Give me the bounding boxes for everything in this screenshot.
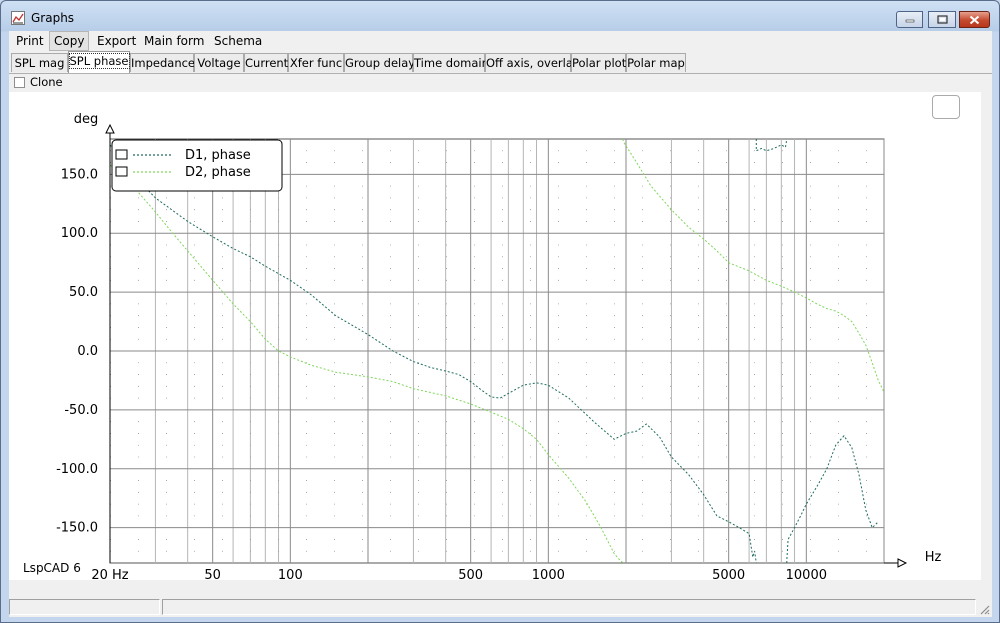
legend-label: D1, phase — [185, 148, 251, 163]
x-tick-label: 20 Hz — [91, 568, 128, 580]
tab-label: Polar plot — [572, 56, 627, 70]
tab-strip: SPL mag SPL phase Impedance Voltage Curr… — [9, 51, 992, 74]
menu-export[interactable]: Export — [93, 32, 140, 50]
tab-impedance[interactable]: Impedance — [130, 53, 196, 72]
minimize-icon — [905, 19, 914, 22]
chart-legend[interactable]: D1, phase D2, phase — [111, 139, 283, 192]
tab-label: Xfer func — [289, 56, 343, 70]
tab-time-domain[interactable]: Time domain — [413, 53, 489, 72]
graphs-window: Graphs Print Copy Export Main form Schem… — [0, 0, 1000, 623]
x-tick-label: 100 — [278, 568, 303, 580]
tab-label: Voltage — [197, 56, 241, 70]
y-tick-label: 100.0 — [61, 226, 98, 241]
x-tick-label: 10000 — [786, 568, 827, 580]
tab-label: SPL phase — [68, 53, 130, 69]
tab-polar-map[interactable]: Polar map — [626, 53, 686, 72]
close-icon — [969, 15, 980, 24]
tab-current[interactable]: Current — [244, 53, 288, 72]
y-axis-arrow-icon — [105, 123, 115, 134]
y-tick-label: 150.0 — [61, 167, 98, 182]
tab-label: Time domain — [414, 56, 489, 70]
tab-spl-mag[interactable]: SPL mag — [11, 53, 68, 72]
y-tick-label: -50.0 — [64, 403, 98, 418]
x-tick-label: 50 — [204, 568, 221, 580]
x-axis-label: Hz — [925, 550, 942, 565]
menu-bar: Print Copy Export Main form Schema — [9, 31, 992, 51]
maximize-icon — [936, 15, 948, 24]
title-bar[interactable]: Graphs — [1, 1, 999, 31]
x-tick-label: 500 — [458, 568, 483, 580]
menu-print[interactable]: Print — [12, 32, 48, 50]
tab-voltage[interactable]: Voltage — [194, 53, 244, 72]
y-tick-label: -150.0 — [56, 521, 98, 536]
status-pane-main — [162, 599, 976, 615]
minimize-button[interactable] — [896, 11, 923, 28]
plot-panel[interactable]: 150.0 100.0 50.0 0.0 -50.0 -100.0 -150.0 20 Hz 5… — [9, 92, 981, 583]
tab-group-delay[interactable]: Group delay — [344, 53, 416, 72]
tab-off-axis-overlay[interactable]: Off axis, overlay — [485, 53, 580, 72]
tab-label: Current — [245, 56, 289, 70]
chart-grid — [109, 138, 885, 564]
maximize-button[interactable] — [928, 11, 956, 28]
tab-xfer-func[interactable]: Xfer func — [288, 53, 344, 72]
tab-polar-plot[interactable]: Polar plot — [571, 53, 626, 72]
app-icon — [11, 11, 25, 25]
y-tick-label: 50.0 — [69, 285, 98, 300]
clone-row: Clone — [9, 74, 992, 92]
y-tick-label: -100.0 — [56, 462, 98, 477]
legend-label: D2, phase — [185, 165, 251, 180]
legend-toggle-icon — [115, 166, 128, 177]
client-area: Print Copy Export Main form Schema SPL m… — [9, 31, 992, 617]
x-axis-arrow-icon — [897, 558, 908, 568]
legend-toggle-icon — [115, 149, 128, 160]
phase-chart: 150.0 100.0 50.0 0.0 -50.0 -100.0 -150.0 20 Hz 5… — [23, 112, 942, 583]
window-title: Graphs — [31, 11, 75, 25]
status-bar — [9, 597, 992, 617]
tab-spl-phase[interactable]: SPL phase — [68, 51, 130, 73]
menu-schema[interactable]: Schema — [210, 32, 266, 50]
resize-grip-icon[interactable] — [978, 603, 990, 615]
tab-label: Impedance — [131, 56, 196, 70]
tab-label: Group delay — [345, 56, 416, 70]
menu-copy[interactable]: Copy — [49, 31, 90, 51]
footer-label: LspCAD 6 — [23, 561, 81, 575]
x-tick-label: 5000 — [712, 568, 745, 580]
status-pane-left — [9, 599, 160, 615]
clone-checkbox[interactable] — [14, 77, 25, 88]
menu-main-form[interactable]: Main form — [140, 32, 208, 50]
x-tick-label: 1000 — [532, 568, 565, 580]
tab-label: Off axis, overlay — [486, 56, 580, 70]
clone-label: Clone — [30, 75, 63, 89]
close-button[interactable] — [959, 11, 990, 28]
corner-button[interactable] — [932, 95, 960, 119]
tab-label: Polar map — [627, 56, 685, 70]
y-tick-label: 0.0 — [77, 344, 98, 359]
y-axis-label: deg — [74, 112, 99, 127]
tab-label: SPL mag — [14, 56, 65, 70]
